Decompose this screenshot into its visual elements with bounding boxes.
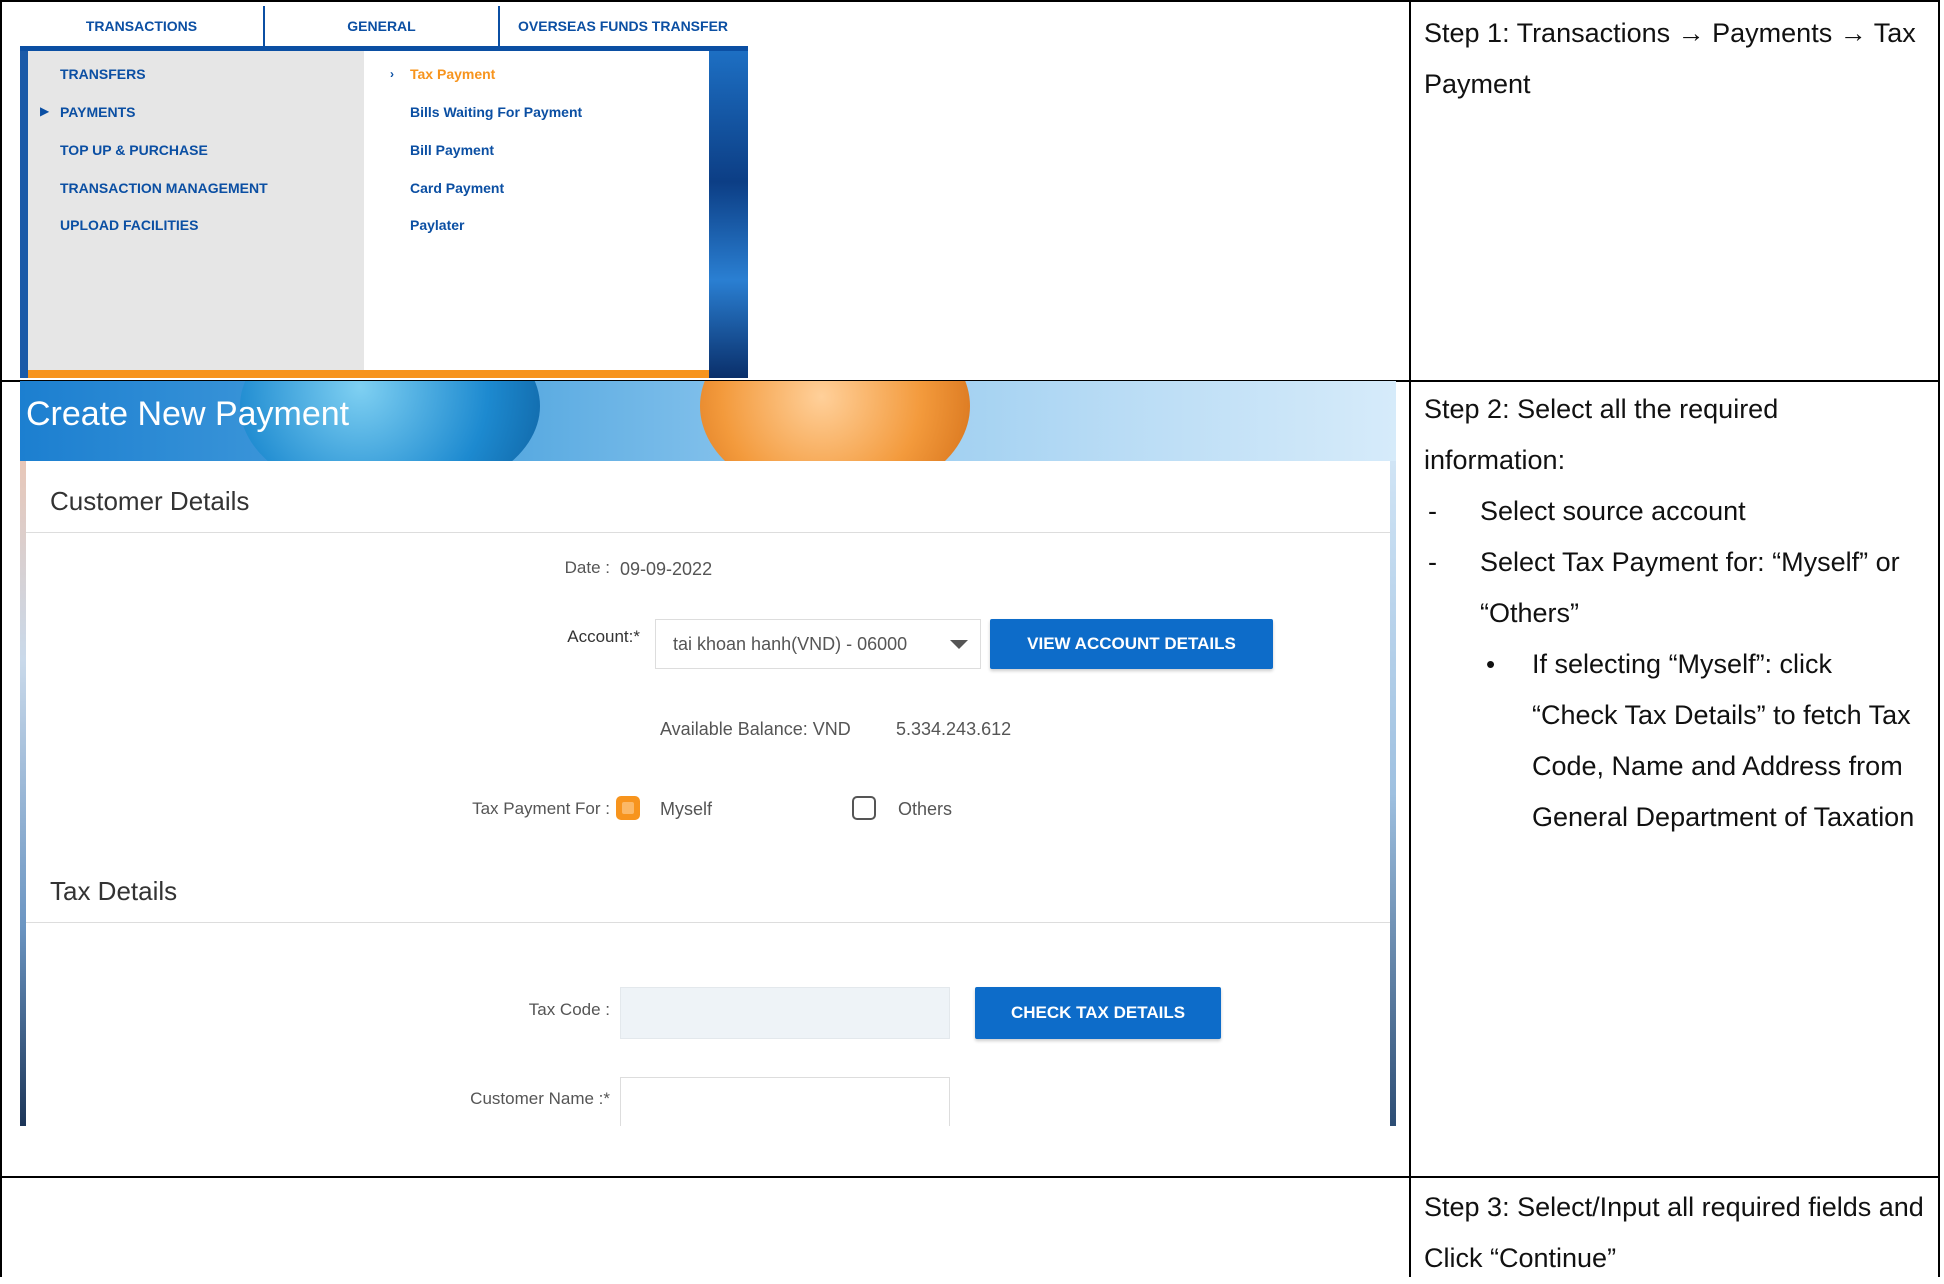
table-border-right: [1938, 0, 1940, 1277]
menu-left-panel: TRANSFERS ▶ PAYMENTS TOP UP & PURCHASE T…: [28, 51, 364, 371]
customer-name-label: Customer Name :*: [470, 1089, 610, 1108]
step1-label: Step 1: [1424, 18, 1503, 48]
view-account-details-button[interactable]: VIEW ACCOUNT DETAILS: [990, 619, 1273, 669]
step2-bullet: Select source account: [1424, 486, 1924, 537]
background-edge-right: [1390, 461, 1396, 1126]
step3-cell: Step 3: Select/Input all required fields…: [1424, 1182, 1924, 1284]
tax-code-label: Tax Code :: [528, 1000, 610, 1019]
table-row-divider-2: [0, 1176, 1940, 1178]
tax-code-field[interactable]: [620, 987, 950, 1039]
customer-details-heading: Customer Details: [50, 486, 250, 516]
menu-item-payments[interactable]: PAYMENTS: [60, 104, 135, 120]
section-divider: [26, 532, 1390, 533]
caret-right-icon: ▶: [40, 104, 50, 118]
menu-screenshot: TRANSACTIONS GENERAL OVERSEAS FUNDS TRAN…: [20, 6, 748, 378]
table-border-left: [0, 0, 2, 1277]
menu-tab-bar: TRANSACTIONS GENERAL OVERSEAS FUNDS TRAN…: [20, 6, 748, 51]
tab-general[interactable]: GENERAL: [265, 6, 500, 46]
step2-bullet: Select Tax Payment for: “Myself” or “Oth…: [1424, 537, 1924, 639]
chevron-right-icon: ›: [390, 67, 394, 81]
menu-item-transfers[interactable]: TRANSFERS: [60, 66, 146, 82]
account-select-value: tai khoan hanh(VND) - 06000: [673, 634, 908, 654]
tab-overseas-funds-transfer[interactable]: OVERSEAS FUNDS TRANSFER: [500, 6, 748, 46]
myself-label: Myself: [660, 799, 713, 819]
available-balance-value: 5.334.243.612: [896, 719, 1012, 739]
account-label: Account:*: [567, 627, 640, 646]
tax-details-heading: Tax Details: [50, 876, 178, 906]
account-select[interactable]: tai khoan hanh(VND) - 06000: [655, 619, 981, 669]
menu-item-paylater[interactable]: Paylater: [410, 217, 464, 233]
customer-name-field[interactable]: [620, 1077, 950, 1126]
menu-item-card-payment[interactable]: Card Payment: [410, 180, 504, 196]
step2-sub-bullet: If selecting “Myself”: click “Check Tax …: [1424, 639, 1924, 843]
tab-transactions[interactable]: TRANSACTIONS: [20, 6, 265, 46]
check-tax-details-button[interactable]: CHECK TAX DETAILS: [975, 987, 1221, 1039]
tax-payment-for-label: Tax Payment For :: [472, 799, 610, 818]
available-balance-label: Available Balance: VND: [660, 719, 851, 739]
menu-item-tax-payment[interactable]: Tax Payment: [410, 66, 495, 82]
menu-item-upload-facilities[interactable]: UPLOAD FACILITIES: [60, 217, 198, 233]
others-label: Others: [898, 799, 953, 819]
hero-banner: Create New Payment: [20, 381, 1396, 501]
date-value: 09-09-2022: [620, 559, 713, 579]
date-label: Date :: [564, 558, 610, 577]
step2-cell: Step 2: Select all the required informat…: [1424, 384, 1924, 843]
myself-checkbox[interactable]: [616, 796, 640, 820]
menu-accent-bar: [28, 370, 709, 378]
menu-item-top-up-purchase[interactable]: TOP UP & PURCHASE: [60, 142, 208, 158]
step1-cell: Step 1: Transactions → Payments → Tax Pa…: [1424, 8, 1924, 110]
background-strip: [709, 51, 748, 378]
others-checkbox[interactable]: [852, 796, 876, 820]
table-border-top: [0, 0, 1940, 2]
background-edge: [20, 51, 28, 378]
page-title: Create New Payment: [26, 395, 350, 433]
section-divider: [26, 922, 1390, 923]
menu-item-bills-waiting[interactable]: Bills Waiting For Payment: [410, 104, 582, 120]
step3-label: Step 3: [1424, 1192, 1503, 1222]
step2-label: Step 2: [1424, 394, 1503, 424]
menu-right-panel: › Tax Payment Bills Waiting For Payment …: [364, 51, 709, 371]
chevron-down-icon: [950, 640, 968, 649]
menu-item-transaction-management[interactable]: TRANSACTION MANAGEMENT: [60, 180, 268, 196]
form-screenshot: Create New Payment Customer Details Date…: [20, 381, 1396, 1126]
menu-item-bill-payment[interactable]: Bill Payment: [410, 142, 494, 158]
table-column-divider: [1409, 0, 1411, 1277]
